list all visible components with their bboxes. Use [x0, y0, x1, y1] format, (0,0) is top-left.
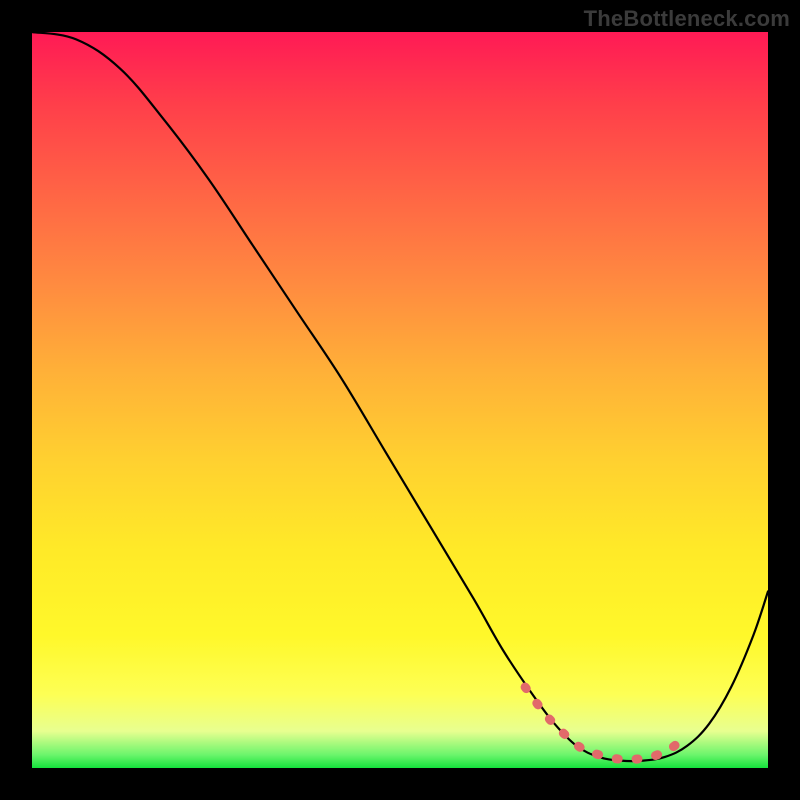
optimal-range-markers	[525, 687, 687, 759]
bottleneck-curve	[32, 32, 768, 761]
watermark-text: TheBottleneck.com	[584, 6, 790, 32]
curve-svg	[32, 32, 768, 768]
chart-frame: TheBottleneck.com	[0, 0, 800, 800]
plot-area	[32, 32, 768, 768]
